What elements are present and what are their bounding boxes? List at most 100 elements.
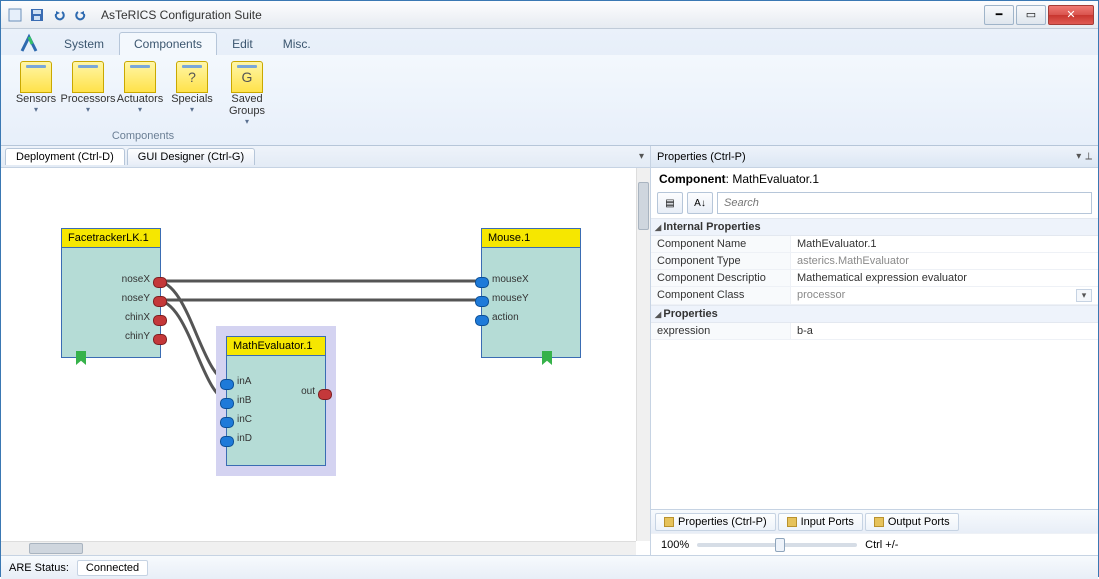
prop-row-expression[interactable]: expressionb-a bbox=[651, 323, 1098, 340]
port-out-chinY[interactable] bbox=[153, 334, 167, 345]
component-header: Mouse.1 bbox=[482, 229, 580, 248]
main-area: Deployment (Ctrl-D) GUI Designer (Ctrl-G… bbox=[1, 146, 1098, 555]
component-name-row: Component: MathEvaluator.1 bbox=[651, 168, 1098, 190]
tab-gui-designer[interactable]: GUI Designer (Ctrl-G) bbox=[127, 148, 255, 165]
prop-row-component-name[interactable]: Component NameMathEvaluator.1 bbox=[651, 236, 1098, 253]
port-label: noseX bbox=[122, 274, 150, 285]
undo-button[interactable] bbox=[49, 5, 69, 25]
processors-icon bbox=[72, 61, 104, 93]
ribbon-tab-strip: System Components Edit Misc. bbox=[1, 29, 1098, 55]
saved-groups-label: Saved Groups bbox=[219, 93, 275, 117]
properties-bottom-tabs: Properties (Ctrl-P) Input Ports Output P… bbox=[651, 509, 1098, 533]
port-out-chinX[interactable] bbox=[153, 315, 167, 326]
prop-row-component-class[interactable]: Component Classprocessor▾ bbox=[651, 287, 1098, 305]
property-grid: Internal Properties Component NameMathEv… bbox=[651, 218, 1098, 509]
document-tabs: Deployment (Ctrl-D) GUI Designer (Ctrl-G… bbox=[1, 146, 650, 168]
chevron-down-icon[interactable]: ▾ bbox=[1076, 289, 1092, 302]
port-label: mouseX bbox=[492, 274, 529, 285]
component-facetracker[interactable]: FacetrackerLK.1 noseX noseY chinX chinY bbox=[61, 228, 161, 358]
component-math-evaluator[interactable]: MathEvaluator.1 inA inB inC inD out bbox=[226, 336, 326, 466]
title-bar: AsTeRICS Configuration Suite ━ ▭ ✕ bbox=[1, 1, 1098, 29]
bottom-tab-output-ports[interactable]: Output Ports bbox=[865, 513, 959, 531]
processors-dropdown[interactable]: Processors▾ bbox=[63, 59, 113, 128]
tab-icon bbox=[874, 517, 884, 527]
minimize-button[interactable]: ━ bbox=[984, 5, 1014, 25]
zoom-row: 100% Ctrl +/- bbox=[651, 533, 1098, 555]
properties-title: Properties (Ctrl-P) bbox=[657, 151, 746, 163]
component-mouse[interactable]: Mouse.1 mouseX mouseY action bbox=[481, 228, 581, 358]
sensors-icon bbox=[20, 61, 52, 93]
ribbon-tab-misc[interactable]: Misc. bbox=[268, 32, 326, 55]
tab-deployment[interactable]: Deployment (Ctrl-D) bbox=[5, 148, 125, 165]
bottom-tab-input-ports[interactable]: Input Ports bbox=[778, 513, 863, 531]
ribbon-tab-components[interactable]: Components bbox=[119, 32, 217, 55]
slider-thumb[interactable] bbox=[775, 538, 785, 552]
maximize-button[interactable]: ▭ bbox=[1016, 5, 1046, 25]
window-controls: ━ ▭ ✕ bbox=[982, 5, 1094, 25]
sensors-dropdown[interactable]: Sensors▾ bbox=[11, 59, 61, 128]
alphabetical-view-button[interactable]: A↓ bbox=[687, 192, 713, 214]
are-status-label: ARE Status: bbox=[9, 562, 69, 574]
pin-icon[interactable]: ⟂ bbox=[1085, 151, 1092, 162]
section-properties[interactable]: Properties bbox=[651, 305, 1098, 323]
actuators-icon bbox=[124, 61, 156, 93]
dropdown-icon[interactable]: ▾ bbox=[1076, 151, 1081, 162]
ribbon-tab-system[interactable]: System bbox=[49, 32, 119, 55]
categorized-view-button[interactable]: ▤ bbox=[657, 192, 683, 214]
chevron-down-icon: ▾ bbox=[190, 105, 194, 114]
port-in-mouseX[interactable] bbox=[475, 277, 489, 288]
window-title: AsTeRICS Configuration Suite bbox=[101, 8, 262, 22]
scrollbar-thumb[interactable] bbox=[29, 543, 83, 554]
zoom-slider[interactable] bbox=[697, 543, 857, 547]
port-in-inD[interactable] bbox=[220, 436, 234, 447]
port-label: out bbox=[301, 386, 315, 397]
port-out-noseX[interactable] bbox=[153, 277, 167, 288]
component-label: Component bbox=[659, 172, 726, 186]
port-in-inA[interactable] bbox=[220, 379, 234, 390]
saved-groups-dropdown[interactable]: GSaved Groups▾ bbox=[219, 59, 275, 128]
deployment-canvas[interactable]: FacetrackerLK.1 noseX noseY chinX chinY … bbox=[1, 168, 636, 541]
properties-pane: Properties (Ctrl-P) ▾ ⟂ Component: MathEv… bbox=[651, 146, 1098, 555]
bookmark-icon bbox=[76, 351, 86, 365]
ribbon-tab-edit[interactable]: Edit bbox=[217, 32, 268, 55]
port-in-action[interactable] bbox=[475, 315, 489, 326]
close-button[interactable]: ✕ bbox=[1048, 5, 1094, 25]
bottom-tab-properties[interactable]: Properties (Ctrl-P) bbox=[655, 513, 776, 531]
vertical-scrollbar[interactable] bbox=[636, 168, 650, 541]
component-name-value: MathEvaluator.1 bbox=[732, 172, 819, 186]
tab-icon bbox=[787, 517, 797, 527]
specials-dropdown[interactable]: ?Specials▾ bbox=[167, 59, 217, 128]
port-label: inC bbox=[237, 414, 252, 425]
section-internal[interactable]: Internal Properties bbox=[651, 218, 1098, 236]
prop-row-component-description[interactable]: Component DescriptioMathematical express… bbox=[651, 270, 1098, 287]
chevron-down-icon: ▾ bbox=[34, 105, 38, 114]
actuators-dropdown[interactable]: Actuators▾ bbox=[115, 59, 165, 128]
scrollbar-thumb[interactable] bbox=[638, 182, 649, 230]
specials-label: Specials bbox=[171, 93, 213, 105]
port-label: action bbox=[492, 312, 519, 323]
redo-button[interactable] bbox=[71, 5, 91, 25]
port-out-noseY[interactable] bbox=[153, 296, 167, 307]
left-pane: Deployment (Ctrl-D) GUI Designer (Ctrl-G… bbox=[1, 146, 651, 555]
port-label: inD bbox=[237, 433, 252, 444]
tab-overflow-button[interactable]: ▾ bbox=[633, 151, 650, 162]
ribbon-group-label: Components bbox=[112, 130, 174, 142]
port-in-inC[interactable] bbox=[220, 417, 234, 428]
bookmark-icon bbox=[542, 351, 552, 365]
prop-row-component-type: Component Typeasterics.MathEvaluator bbox=[651, 253, 1098, 270]
port-in-inB[interactable] bbox=[220, 398, 234, 409]
app-icon[interactable] bbox=[9, 33, 49, 55]
port-label: mouseY bbox=[492, 293, 529, 304]
properties-search-input[interactable] bbox=[717, 192, 1092, 214]
processors-label: Processors bbox=[60, 93, 115, 105]
app-menu-button[interactable] bbox=[5, 5, 25, 25]
horizontal-scrollbar[interactable] bbox=[1, 541, 636, 555]
zoom-hint: Ctrl +/- bbox=[865, 539, 898, 551]
component-header: FacetrackerLK.1 bbox=[62, 229, 160, 248]
properties-toolbar: ▤ A↓ bbox=[651, 190, 1098, 218]
canvas-wrap: FacetrackerLK.1 noseX noseY chinX chinY … bbox=[1, 168, 650, 555]
save-button[interactable] bbox=[27, 5, 47, 25]
chevron-down-icon: ▾ bbox=[245, 117, 249, 126]
port-in-mouseY[interactable] bbox=[475, 296, 489, 307]
port-out-out[interactable] bbox=[318, 389, 332, 400]
